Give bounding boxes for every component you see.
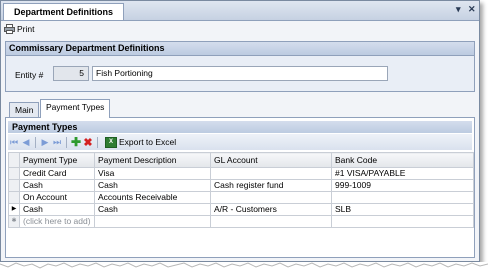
print-button[interactable]: Print — [4, 22, 34, 36]
row-selector-header — [8, 152, 20, 168]
tab-main[interactable]: Main — [9, 102, 40, 117]
entity-name-field[interactable]: Fish Portioning — [92, 66, 388, 81]
cell-gl-account[interactable] — [210, 191, 332, 204]
payment-types-grid: Payment Type Payment Description GL Acco… — [8, 152, 474, 228]
row-selector[interactable] — [8, 167, 20, 180]
export-to-excel-button[interactable]: X Export to Excel — [105, 136, 177, 148]
toolbar-divider — [35, 136, 36, 148]
table-row[interactable]: Credit Card Visa #1 VISA/PAYABLE — [8, 167, 474, 180]
add-row-hint[interactable]: (click here to add) — [19, 215, 95, 228]
payment-types-panel: Payment Types ⏮ ◀ ▶ ⏭ ✚ ✖ X Export to Ex… — [5, 118, 475, 258]
payment-types-header: Payment Types — [8, 121, 472, 133]
toolbar: Print — [1, 21, 479, 37]
pin-dropdown-icon[interactable]: ▾ — [456, 4, 461, 15]
cell-payment-description[interactable]: Cash — [94, 179, 211, 192]
current-row-indicator-icon[interactable]: ▶ — [8, 203, 20, 216]
tab-payment-types[interactable]: Payment Types — [40, 99, 111, 118]
export-label: Export to Excel — [119, 137, 177, 147]
empty-cell[interactable] — [94, 215, 211, 228]
empty-cell[interactable] — [210, 215, 332, 228]
previous-record-icon[interactable]: ◀ — [20, 137, 32, 148]
table-row-current[interactable]: ▶ Cash Cash A/R - Customers SLB — [8, 203, 474, 216]
row-selector[interactable] — [8, 191, 20, 204]
row-selector[interactable] — [8, 179, 20, 192]
toolbar-divider — [66, 136, 67, 148]
column-header-payment-type[interactable]: Payment Type — [19, 152, 95, 168]
add-row-icon[interactable]: ✚ — [70, 135, 82, 149]
cell-payment-description[interactable]: Visa — [94, 167, 211, 180]
cell-payment-type[interactable]: Cash — [19, 179, 95, 192]
cell-gl-account[interactable]: A/R - Customers — [210, 203, 332, 216]
title-bar: Department Definitions ▾ ✕ — [1, 1, 479, 21]
cell-gl-account[interactable] — [210, 167, 332, 180]
column-header-bank-code[interactable]: Bank Code — [331, 152, 474, 168]
document-tab[interactable]: Department Definitions — [3, 3, 125, 20]
close-icon[interactable]: ✕ — [468, 4, 476, 15]
grid-toolbar: ⏮ ◀ ▶ ⏭ ✚ ✖ X Export to Excel — [8, 134, 472, 150]
new-row-asterisk-icon[interactable]: ✱ — [8, 215, 20, 228]
cell-payment-type[interactable]: Cash — [19, 203, 95, 216]
print-label: Print — [17, 24, 35, 34]
column-header-payment-description[interactable]: Payment Description — [94, 152, 211, 168]
last-record-icon[interactable]: ⏭ — [51, 137, 63, 148]
table-row[interactable]: On Account Accounts Receivable — [8, 191, 474, 204]
table-row[interactable]: Cash Cash Cash register fund 999-1009 — [8, 179, 474, 192]
cell-bank-code[interactable]: #1 VISA/PAYABLE — [331, 167, 474, 180]
tab-strip: Main Payment Types — [5, 99, 475, 118]
cell-gl-account[interactable]: Cash register fund — [210, 179, 332, 192]
grid-header-row: Payment Type Payment Description GL Acco… — [8, 152, 474, 168]
delete-row-icon[interactable]: ✖ — [82, 136, 94, 149]
add-new-row[interactable]: ✱ (click here to add) — [8, 215, 474, 228]
cell-payment-description[interactable]: Cash — [94, 203, 211, 216]
cell-payment-type[interactable]: On Account — [19, 191, 95, 204]
first-record-icon[interactable]: ⏮ — [8, 137, 20, 148]
department-definitions-window: Department Definitions ▾ ✕ Print Commiss… — [0, 0, 480, 262]
excel-icon: X — [105, 136, 117, 148]
empty-cell[interactable] — [331, 215, 474, 228]
entity-label: Entity # — [15, 70, 44, 80]
column-header-gl-account[interactable]: GL Account — [210, 152, 332, 168]
cell-payment-type[interactable]: Credit Card — [19, 167, 95, 180]
cell-bank-code[interactable]: 999-1009 — [331, 179, 474, 192]
section-header: Commissary Department Definitions — [5, 41, 475, 56]
toolbar-divider — [97, 136, 98, 148]
cell-bank-code[interactable] — [331, 191, 474, 204]
printer-icon — [4, 24, 15, 34]
entity-number-field: 5 — [53, 66, 89, 81]
cell-payment-description[interactable]: Accounts Receivable — [94, 191, 211, 204]
torn-edge-decoration — [0, 262, 488, 274]
entity-panel: Entity # 5 Fish Portioning — [5, 56, 475, 92]
next-record-icon[interactable]: ▶ — [39, 137, 51, 148]
cell-bank-code[interactable]: SLB — [331, 203, 474, 216]
